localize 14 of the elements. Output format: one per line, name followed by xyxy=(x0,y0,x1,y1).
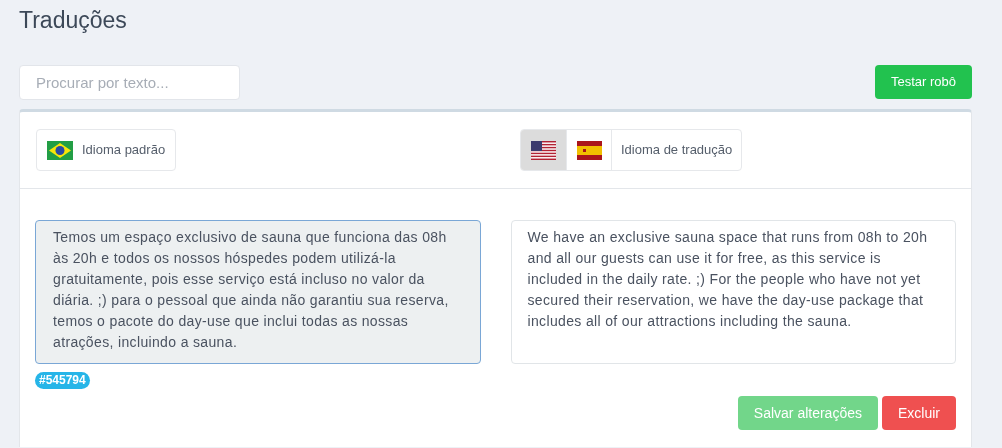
delete-button[interactable]: Excluir xyxy=(882,396,956,430)
save-button[interactable]: Salvar alterações xyxy=(737,396,878,430)
id-tag: #545794 xyxy=(35,372,90,389)
translation-text-field[interactable]: We have an exclusive sauna space that runs from 08h to 20h and all our guests can use it for free, as this service is included in the daily rate. ;) For the people who have not yet secured their reservation, we have the day-use package that includes all of our attractions including the sauna. xyxy=(510,220,956,364)
flag-icon xyxy=(531,140,556,160)
source-language-label: Idioma padrão xyxy=(82,141,166,160)
target-language-label: Idioma de tradução xyxy=(611,130,742,170)
language-tab[interactable] xyxy=(521,130,566,170)
search-field[interactable]: Procurar por texto... xyxy=(19,65,240,100)
flag-icon xyxy=(47,140,73,160)
flag-icon xyxy=(576,140,602,160)
test-robot-button[interactable]: Testar robô xyxy=(874,65,972,99)
page-title: Traduções xyxy=(19,6,128,35)
source-text-field[interactable]: Temos um espaço exclusivo de sauna que funciona das 08h às 20h e todos os nossos hóspedes podem utilizá-la gratuitamente, pois esse serviço está incluso no valor da diária. ;) para o pessoal que ainda não garantiu sua reserva, temos o pacote do day-use que inclui todas as nossas atrações, incluindo a sauna. xyxy=(35,220,481,364)
